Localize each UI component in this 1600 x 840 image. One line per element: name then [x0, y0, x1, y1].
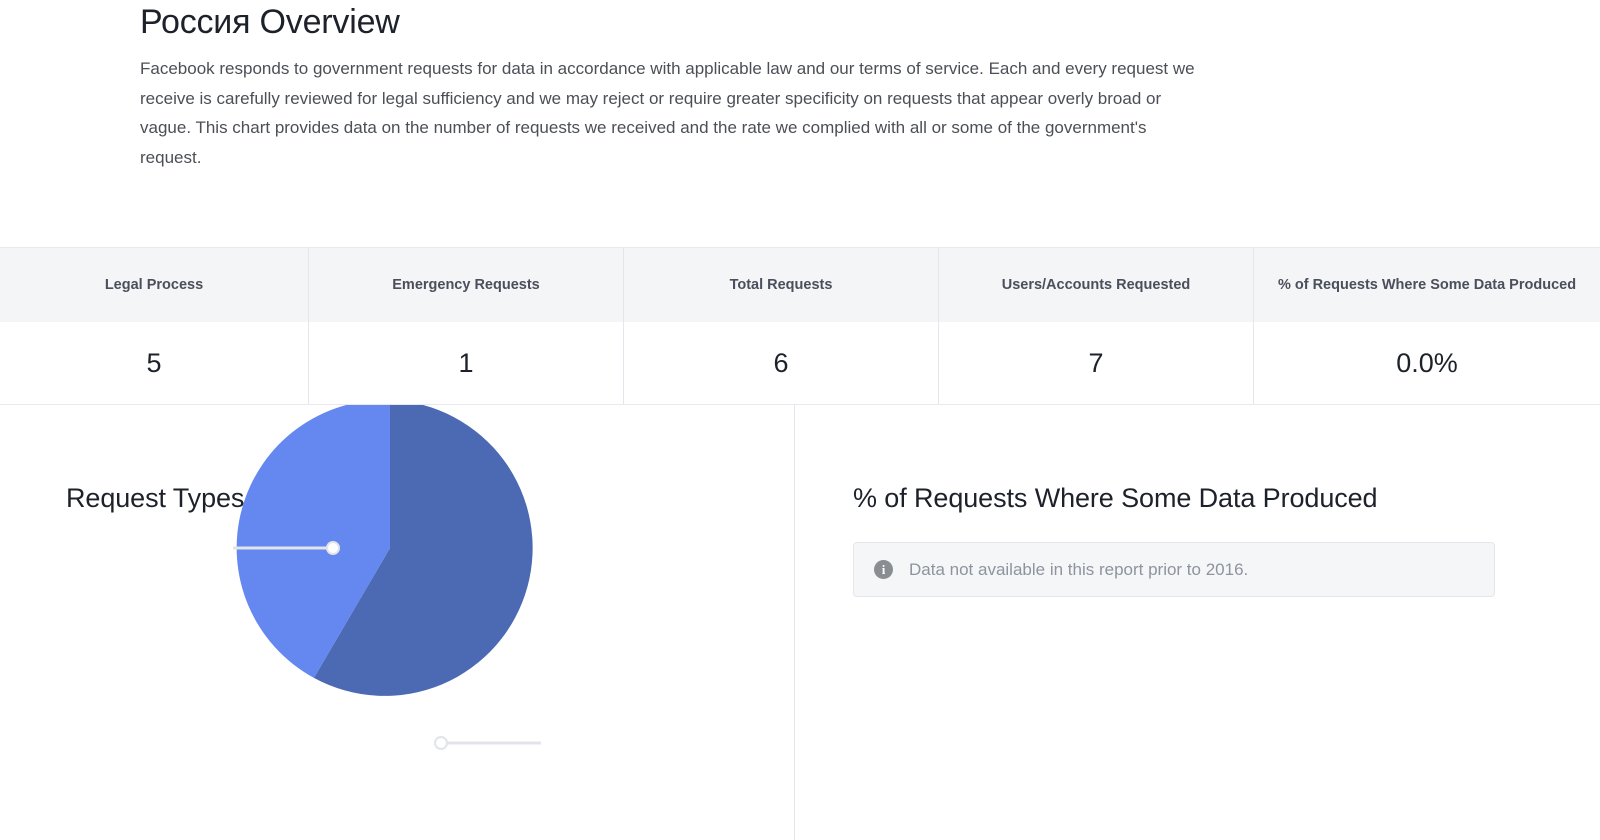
leader-dot-emergency-requests — [327, 542, 339, 554]
column-header-users-accounts-requested: Users/Accounts Requested — [939, 248, 1254, 322]
value-emergency-requests: 1 — [309, 322, 624, 404]
page-title: Россия Overview — [140, 0, 1240, 44]
overview-page: Россия Overview Facebook responds to gov… — [0, 0, 1600, 840]
column-header-percent-some-data-produced: % of Requests Where Some Data Produced — [1254, 248, 1600, 322]
data-availability-notice-text: Data not available in this report prior … — [909, 560, 1248, 580]
intro-paragraph: Facebook responds to government requests… — [140, 54, 1195, 172]
table-header-row: Legal Process Emergency Requests Total R… — [0, 248, 1600, 322]
column-header-total-requests: Total Requests — [624, 248, 939, 322]
value-legal-process: 5 — [0, 322, 309, 404]
value-users-accounts-requested: 7 — [939, 322, 1254, 404]
info-circle-icon: i — [874, 560, 893, 579]
data-produced-panel: % of Requests Where Some Data Produced i… — [795, 405, 1600, 840]
request-types-pie-chart — [0, 405, 795, 840]
summary-table: Legal Process Emergency Requests Total R… — [0, 247, 1600, 405]
value-total-requests: 6 — [624, 322, 939, 404]
column-header-legal-process: Legal Process — [0, 248, 309, 322]
request-types-panel: Request Types Emergency Requests — [0, 405, 795, 840]
data-availability-notice: i Data not available in this report prio… — [853, 542, 1495, 597]
intro-section: Россия Overview Facebook responds to gov… — [140, 0, 1240, 172]
value-percent-some-data-produced: 0.0% — [1254, 322, 1600, 404]
charts-area: Request Types Emergency Requests — [0, 405, 1600, 840]
table-row: 5 1 6 7 0.0% — [0, 322, 1600, 404]
pie-svg — [0, 405, 795, 840]
leader-dot-legal-process — [435, 737, 447, 749]
column-header-emergency-requests: Emergency Requests — [309, 248, 624, 322]
data-produced-title: % of Requests Where Some Data Produced — [853, 483, 1377, 514]
